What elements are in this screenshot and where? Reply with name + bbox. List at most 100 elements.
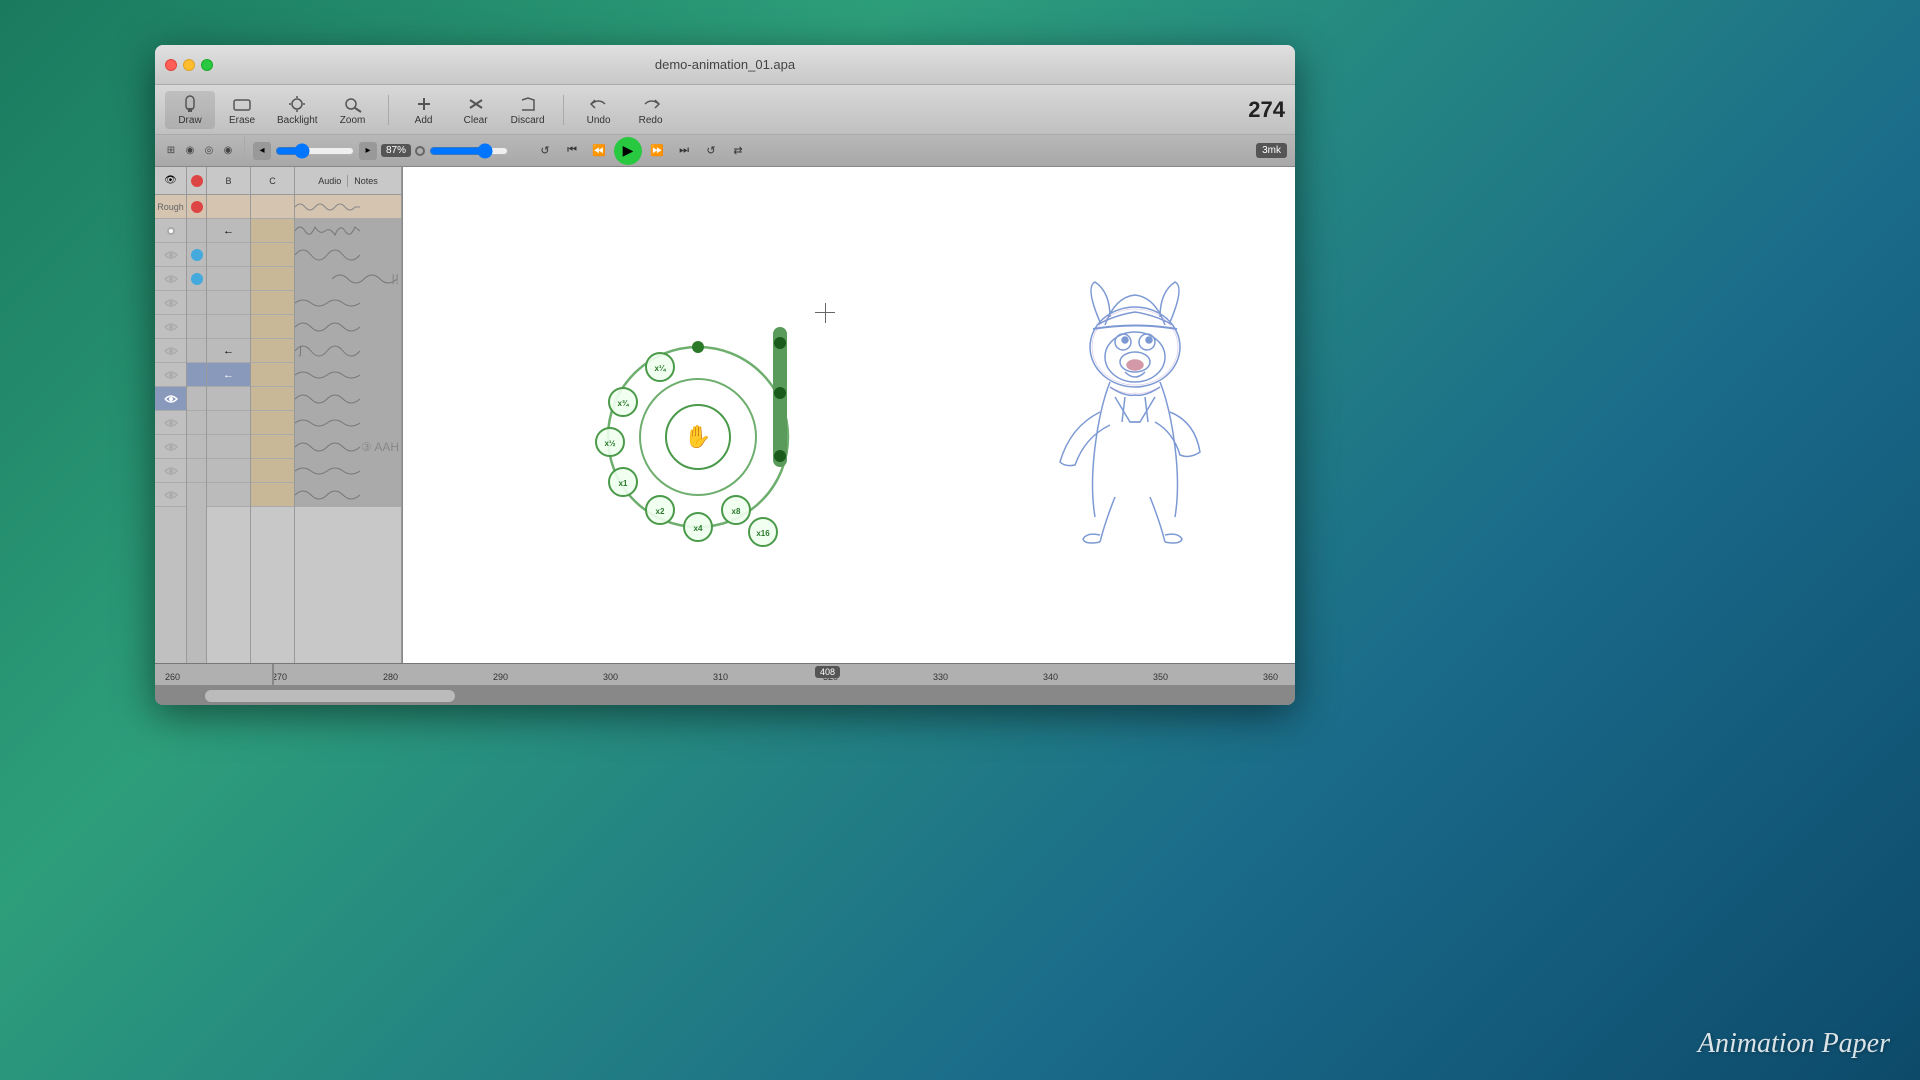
color-dot-blue[interactable] — [191, 249, 203, 261]
brush-slider[interactable] — [275, 144, 355, 158]
brush-increase[interactable]: ▸ — [359, 142, 377, 160]
svg-text:x1: x1 — [619, 479, 628, 488]
col-b-6[interactable] — [251, 315, 294, 339]
frame-counter: 274 — [1235, 97, 1285, 123]
backlight-label: Backlight — [277, 115, 318, 126]
speed-slider-bottom-handle[interactable] — [774, 450, 786, 462]
layer-12-eye[interactable] — [155, 459, 186, 483]
zoom-button[interactable]: Zoom — [328, 91, 378, 129]
col-a-1[interactable] — [207, 195, 250, 219]
undo-button[interactable]: Undo — [574, 91, 624, 129]
loop2-button[interactable]: ↺ — [699, 139, 723, 163]
color-swatch-red[interactable] — [191, 175, 203, 187]
layer-13-eye[interactable] — [155, 483, 186, 507]
speed-slider[interactable] — [773, 327, 787, 467]
panel-icon-3[interactable]: ◎ — [201, 143, 217, 159]
layer-5-color — [187, 291, 206, 315]
layer-12-color — [187, 459, 206, 483]
col-b-13[interactable] — [251, 483, 294, 507]
color-dot-red[interactable] — [191, 201, 203, 213]
layer-9-color — [187, 387, 206, 411]
erase-button[interactable]: Erase — [217, 91, 267, 129]
col-b-8[interactable] — [251, 363, 294, 387]
close-button[interactable] — [165, 59, 177, 71]
panel-icon-4[interactable]: ◉ — [220, 143, 236, 159]
layer-9-eye-selected[interactable] — [155, 387, 186, 411]
layer-3-eye[interactable] — [155, 243, 186, 267]
scrollbar-thumb[interactable] — [205, 690, 455, 702]
brush-decrease[interactable]: ◂ — [253, 142, 271, 160]
minimize-button[interactable] — [183, 59, 195, 71]
redo-label: Redo — [639, 115, 663, 126]
ruler-340: 340 — [1043, 672, 1058, 682]
add-button[interactable]: Add — [399, 91, 449, 129]
speed-slider-thumb[interactable] — [774, 387, 786, 399]
col-a-6[interactable] — [207, 315, 250, 339]
discard-button[interactable]: Discard — [503, 91, 553, 129]
col-b-2[interactable] — [251, 219, 294, 243]
col-a-13[interactable] — [207, 483, 250, 507]
notation-11: ③ AAH — [295, 435, 401, 459]
col-b-7[interactable] — [251, 339, 294, 363]
layer-7-eye[interactable] — [155, 339, 186, 363]
draw-button[interactable]: Draw — [165, 91, 215, 129]
edit-section: Add Clear Discard — [399, 91, 553, 129]
next-frame-button[interactable]: ⏩ — [645, 139, 669, 163]
col-b-12[interactable] — [251, 459, 294, 483]
layer-1-eye[interactable]: Rough — [155, 195, 186, 219]
audio-label: Audio — [318, 176, 341, 186]
layer-5-eye[interactable] — [155, 291, 186, 315]
redo-button[interactable]: Redo — [626, 91, 676, 129]
bounce-button[interactable]: ⇄ — [726, 139, 750, 163]
col-a-12[interactable] — [207, 459, 250, 483]
col-b-10[interactable] — [251, 411, 294, 435]
layer-6-eye[interactable] — [155, 315, 186, 339]
panel-icon-2[interactable]: ◉ — [182, 143, 198, 159]
prev-frame-button[interactable]: ⏪ — [587, 139, 611, 163]
col-b-5[interactable] — [251, 291, 294, 315]
layer-11-color — [187, 435, 206, 459]
loop-button[interactable]: ↺ — [533, 139, 557, 163]
backlight-button[interactable]: Backlight — [269, 91, 326, 129]
title-bar: demo-animation_01.apa — [155, 45, 1295, 85]
maximize-button[interactable] — [201, 59, 213, 71]
layer-10-eye[interactable] — [155, 411, 186, 435]
to-start-button[interactable]: ⏮ — [560, 139, 584, 163]
col-a-4[interactable] — [207, 267, 250, 291]
col-b-9[interactable] — [251, 387, 294, 411]
col-b-3[interactable] — [251, 243, 294, 267]
header-sep — [347, 175, 348, 187]
add-label: Add — [415, 115, 433, 126]
layer-8-color — [187, 363, 206, 387]
layer-2-eye[interactable] — [155, 219, 186, 243]
col-a-8-selected[interactable]: ← — [207, 363, 250, 387]
layer-8-eye[interactable] — [155, 363, 186, 387]
layer-4-eye[interactable] — [155, 267, 186, 291]
col-b-1[interactable] — [251, 195, 294, 219]
notation-curve: ∫ — [299, 345, 302, 357]
to-end-button[interactable]: ⏭ — [672, 139, 696, 163]
radial-menu[interactable]: ✋ x¼ x¾ x½ x1 — [588, 312, 838, 567]
clear-button[interactable]: Clear — [451, 91, 501, 129]
speed-slider-top-handle[interactable] — [774, 337, 786, 349]
notation-7: ∫ — [295, 339, 401, 363]
col-a-5[interactable] — [207, 291, 250, 315]
clear-icon — [464, 94, 488, 114]
col-a-7[interactable]: ← — [207, 339, 250, 363]
col-b-4[interactable] — [251, 267, 294, 291]
col-b: C — [251, 167, 295, 663]
animation-paper-watermark: Animation Paper — [1698, 1028, 1890, 1060]
col-a-2[interactable]: ← — [207, 219, 250, 243]
color-dot-blue-2[interactable] — [191, 273, 203, 285]
play-button[interactable]: ▶ — [614, 137, 642, 165]
col-a-10[interactable] — [207, 411, 250, 435]
panel-icon-1[interactable]: ⊞ — [163, 143, 179, 159]
opacity-range[interactable] — [429, 144, 509, 158]
aah-label: ③ AAH — [361, 440, 399, 454]
layer-11-eye[interactable] — [155, 435, 186, 459]
timeline-scrollbar[interactable] — [155, 686, 1295, 705]
col-a-9[interactable] — [207, 387, 250, 411]
col-b-11[interactable] — [251, 435, 294, 459]
col-a-3[interactable] — [207, 243, 250, 267]
col-a-11[interactable] — [207, 435, 250, 459]
